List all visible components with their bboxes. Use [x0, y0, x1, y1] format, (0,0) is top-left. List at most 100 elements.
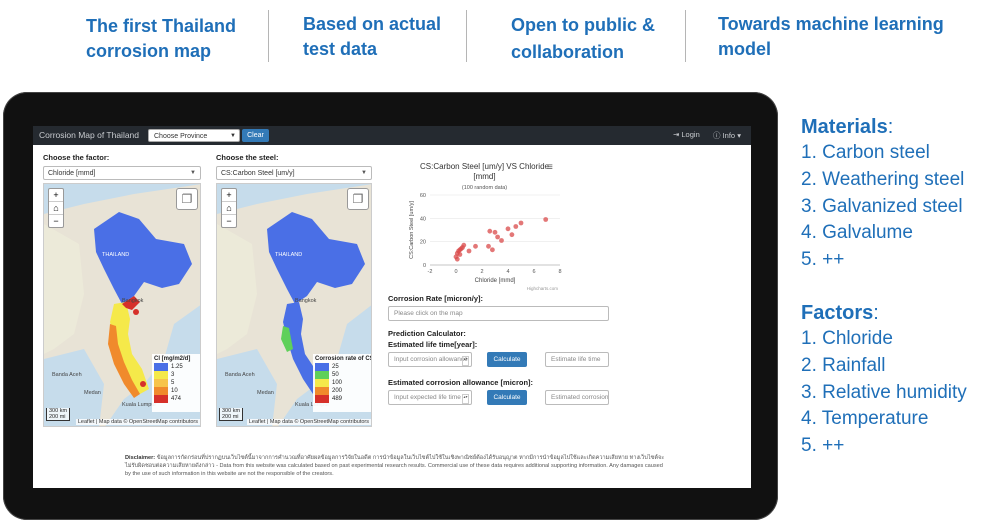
factors-colon: :	[873, 302, 879, 324]
menu-icon[interactable]: ≡	[547, 162, 553, 173]
materials-item: 2. Weathering steel	[801, 169, 965, 190]
headline-2-line1: Based on actual	[303, 14, 442, 34]
login-link[interactable]: ⇥ Login	[673, 130, 700, 139]
x-tick-label: 4	[506, 269, 509, 275]
scale-bar: 300 km 200 mi	[46, 408, 71, 421]
expected-life-input[interactable]: Input expected life time ▴▾	[388, 390, 472, 405]
chevron-down-icon: ▼	[361, 170, 367, 176]
headline-4: Towards machine learning model	[718, 12, 944, 62]
login-icon: ⇥	[673, 130, 680, 139]
allowance-output[interactable]: Estimated corrosion	[545, 390, 609, 405]
home-icon[interactable]: ⌂	[222, 202, 236, 215]
headline-separator	[466, 10, 467, 62]
scatter-point	[505, 226, 511, 232]
hotspot	[133, 309, 139, 315]
city-label: THAILAND	[275, 252, 303, 258]
info-menu[interactable]: ⓘ Info ▾	[713, 130, 741, 141]
factor-select[interactable]: Chloride [mmd] ▼	[43, 166, 201, 180]
factors-item: 2. Rainfall	[801, 355, 886, 376]
y-tick-label: 0	[423, 263, 426, 269]
scatter-point	[518, 220, 524, 226]
expected-life-placeholder: Input expected life time	[394, 394, 461, 401]
legend-label: 100	[332, 380, 343, 386]
app-screen: Corrosion Map of Thailand Choose Provinc…	[33, 126, 751, 488]
steel-select-value: CS:Carbon Steel [um/y]	[221, 170, 295, 177]
materials-item: 3. Galvanized steel	[801, 196, 963, 217]
scatter-point	[454, 256, 460, 262]
legend-swatch	[154, 379, 168, 387]
headline-1-line2: corrosion map	[86, 41, 212, 61]
map-attribution[interactable]: Leaflet | Map data © OpenStreetMap contr…	[75, 419, 200, 425]
city-label: THAILAND	[102, 252, 130, 258]
chloride-map[interactable]: + ⌂ − ❐ THAILAND Bangkok Banda Aceh Meda…	[43, 183, 201, 427]
x-axis-label: Chloride [mmd]	[475, 278, 516, 284]
y-axis-label: CS:Carbon Steel [um/y]	[409, 201, 415, 259]
scatter-point	[461, 242, 467, 248]
rate-input[interactable]: Please click on the map	[388, 306, 609, 321]
calculate-life-button[interactable]: Calculate	[487, 352, 527, 367]
scatter-point	[473, 243, 478, 249]
legend-label: 50	[332, 372, 339, 378]
clear-button[interactable]: Clear	[242, 129, 269, 142]
legend-label: 200	[332, 388, 343, 394]
scatter-point	[466, 248, 472, 254]
allowance-label: Estimated corrosion allowance [micron]:	[388, 378, 534, 387]
legend-swatch	[315, 395, 329, 403]
city-label: Bangkok	[122, 298, 144, 304]
province-select[interactable]: Choose Province ▼	[148, 129, 240, 142]
corrosion-allowance-input[interactable]: Input corrosion allowance ▴▾	[388, 352, 472, 367]
scatter-point	[543, 217, 549, 222]
factors-heading: Factors:	[801, 302, 879, 325]
legend-swatch	[315, 363, 329, 371]
legend-row: 1.25	[154, 363, 198, 371]
calculate-allowance-button[interactable]: Calculate	[487, 390, 527, 405]
corrosion-allowance-placeholder: Input corrosion allowance	[394, 356, 468, 363]
home-icon[interactable]: ⌂	[49, 202, 63, 215]
legend-label: 25	[332, 364, 339, 370]
legend-title: Corrosion rate of CS	[315, 356, 372, 362]
legend-row: 3	[154, 371, 198, 379]
headline-2: Based on actual test data	[303, 12, 441, 62]
caret-down-icon: ▾	[737, 131, 741, 140]
spinner-icon[interactable]: ▴▾	[462, 394, 469, 404]
headline-separator	[268, 10, 269, 62]
disclaimer-label: Disclaimer:	[125, 455, 156, 461]
app-brand[interactable]: Corrosion Map of Thailand	[39, 130, 139, 140]
zoom-out-button[interactable]: −	[49, 215, 63, 227]
scatter-point	[513, 224, 519, 229]
layers-icon[interactable]: ❐	[347, 188, 369, 210]
headline-4-line2: model	[718, 39, 772, 59]
disclaimer: Disclaimer: ข้อมูลการกัดกร่อนที่ปรากฏบนเ…	[125, 454, 665, 478]
zoom-in-button[interactable]: +	[49, 189, 63, 202]
x-tick-label: 6	[532, 269, 535, 275]
factors-heading-text: Factors	[801, 302, 874, 324]
spinner-icon[interactable]: ▴▾	[462, 356, 469, 366]
zoom-in-button[interactable]: +	[222, 189, 236, 202]
city-label: Medan	[84, 390, 101, 396]
zoom-control: + ⌂ −	[48, 188, 64, 228]
steel-select[interactable]: CS:Carbon Steel [um/y] ▼	[216, 166, 372, 180]
headline-2-line2: test data	[303, 39, 378, 59]
hotspot	[140, 381, 146, 387]
scatter-point	[486, 243, 491, 249]
legend-row: 489	[315, 395, 369, 403]
materials-colon: :	[887, 116, 894, 138]
tablet-frame: Corrosion Map of Thailand Choose Provinc…	[3, 92, 778, 520]
materials-item: 4. Galvalume	[801, 222, 913, 243]
legend-label: 3	[171, 372, 175, 378]
legend-row: 10	[154, 387, 198, 395]
legend-swatch	[154, 387, 168, 395]
map-attribution[interactable]: Leaflet | Map data © OpenStreetMap contr…	[246, 419, 371, 425]
headline-4-line1: Towards machine learning	[718, 14, 944, 34]
zoom-out-button[interactable]: −	[222, 215, 236, 227]
legend-label: 474	[171, 396, 182, 402]
legend-row: 5	[154, 379, 198, 387]
factors-item: 3. Relative humidity	[801, 382, 967, 403]
life-time-output[interactable]: Estimate life time	[545, 352, 609, 367]
chevron-down-icon: ▼	[230, 133, 236, 139]
corrosion-map[interactable]: + ⌂ − ❐ THAILAND Bangkok Banda Aceh Meda…	[216, 183, 372, 427]
headline-1-line1: The first Thailand	[86, 16, 237, 36]
steel-label: Choose the steel:	[216, 153, 279, 162]
prediction-label: Prediction Calculator:	[388, 329, 466, 338]
layers-icon[interactable]: ❐	[176, 188, 198, 210]
